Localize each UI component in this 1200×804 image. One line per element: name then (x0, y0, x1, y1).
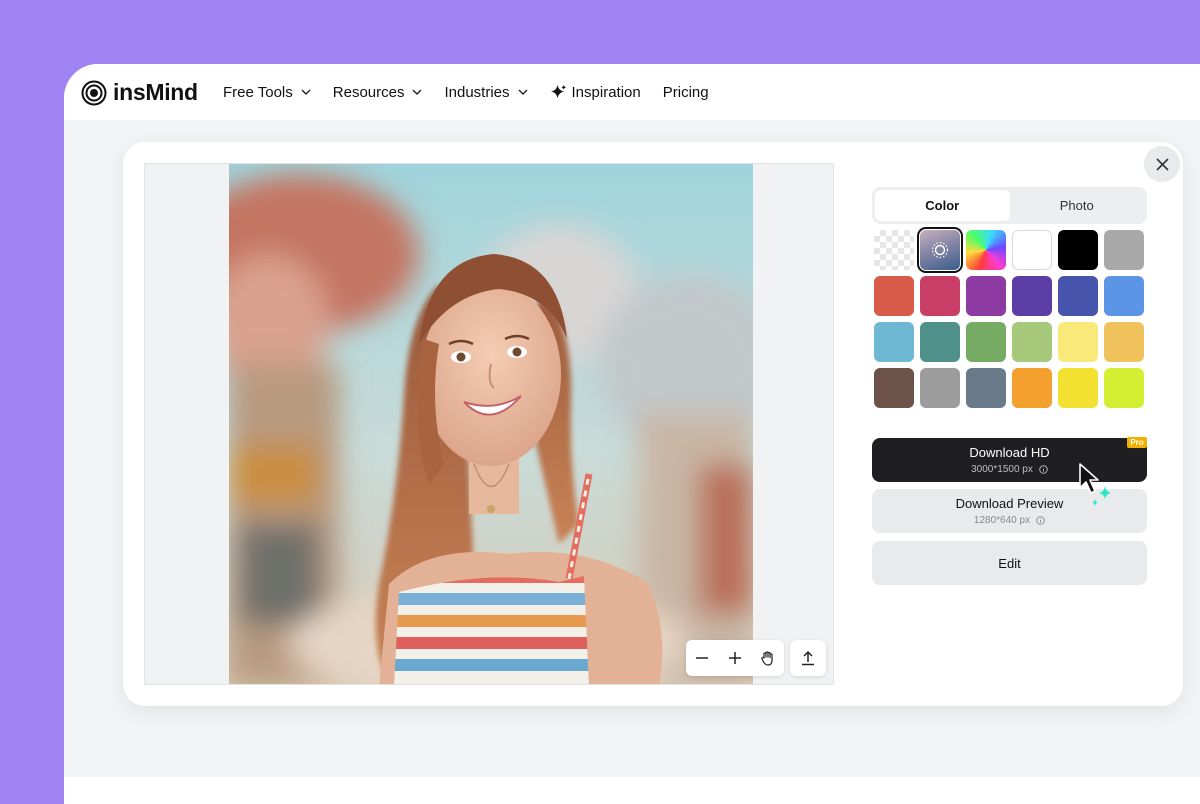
zoom-out-button[interactable] (690, 646, 714, 670)
nav-item-label: Industries (444, 83, 510, 101)
download-hd-label: Download HD (969, 445, 1050, 460)
nav-item-label: Inspiration (571, 83, 641, 101)
download-hd-size-text: 3000*1500 px (971, 464, 1033, 475)
nav-item-pricing[interactable]: Pricing (663, 84, 709, 101)
color-swatch-grid (874, 227, 1146, 408)
info-icon[interactable] (1036, 516, 1045, 525)
swatch-color[interactable] (1012, 276, 1052, 316)
zoom-toolbar (686, 640, 784, 676)
swatch-color[interactable] (966, 322, 1006, 362)
download-preview-label: Download Preview (955, 496, 1064, 511)
tab-color[interactable]: Color (875, 190, 1010, 221)
nav-item-resources[interactable]: Resources (333, 84, 423, 101)
swatch-color[interactable] (920, 276, 960, 316)
background-editor-modal: Color Photo Download HD 3000*1500 px Pro… (123, 142, 1183, 706)
swatch-color[interactable] (1104, 368, 1144, 408)
download-hd-button[interactable]: Download HD 3000*1500 px (872, 438, 1147, 482)
image-canvas[interactable] (144, 163, 834, 685)
tab-photo[interactable]: Photo (1010, 190, 1145, 221)
nav-item-label: Pricing (662, 83, 709, 101)
swatch-color[interactable] (920, 368, 960, 408)
swatch-color[interactable] (874, 276, 914, 316)
minus-icon (696, 657, 709, 659)
chevron-down-icon (518, 89, 528, 95)
chevron-down-icon (301, 89, 311, 95)
swatch-color[interactable] (1104, 230, 1144, 270)
chevron-down-icon (412, 89, 422, 95)
info-icon[interactable] (1039, 465, 1048, 474)
nav-item-label: Free Tools (223, 83, 293, 101)
nav-item-free-tools[interactable]: Free Tools (223, 84, 311, 101)
close-icon (1155, 157, 1169, 171)
pan-button[interactable] (756, 646, 780, 670)
pro-badge: Pro (1127, 437, 1147, 448)
brand-logo[interactable]: insMind (81, 79, 198, 106)
download-hd-size: 3000*1500 px (971, 464, 1048, 475)
close-button[interactable] (1144, 146, 1180, 182)
insmind-logo-icon (81, 80, 107, 105)
upload-button[interactable] (790, 640, 826, 676)
portrait-photo (229, 164, 753, 684)
swatch-blur[interactable] (917, 227, 963, 273)
download-preview-size-text: 1280*640 px (973, 515, 1031, 526)
swatch-color[interactable] (1012, 322, 1052, 362)
nav-item-industries[interactable]: Industries (444, 83, 528, 101)
hand-pan-icon (760, 651, 773, 666)
swatch-color[interactable] (966, 368, 1006, 408)
swatch-color[interactable] (874, 322, 914, 362)
zoom-in-button[interactable] (723, 646, 747, 670)
swatch-custom-color[interactable] (966, 230, 1006, 270)
download-preview-size: 1280*640 px (974, 515, 1045, 526)
swatch-color[interactable] (1058, 322, 1098, 362)
swatch-color[interactable] (874, 368, 914, 408)
sparkle-icon (550, 84, 566, 98)
nav-item-inspiration[interactable]: Inspiration (550, 84, 641, 101)
swatch-color[interactable] (920, 322, 960, 362)
edit-button[interactable]: Edit (872, 541, 1147, 585)
swatch-color[interactable] (1058, 230, 1098, 270)
nav-item-label: Resources (332, 83, 405, 101)
swatch-color[interactable] (1104, 322, 1144, 362)
swatch-color[interactable] (1012, 368, 1052, 408)
swatch-color[interactable] (1104, 276, 1144, 316)
nav-menu: Free Tools Resources Industries Inspirat… (223, 64, 731, 120)
plus-icon (728, 652, 741, 664)
upload-icon (802, 650, 814, 666)
brand-name: insMind (113, 79, 198, 105)
swatch-color[interactable] (966, 276, 1006, 316)
swatch-color[interactable] (1012, 230, 1052, 270)
swatch-color[interactable] (1058, 276, 1098, 316)
top-navigation: insMind Free Tools Resources Industries … (64, 64, 1200, 120)
swatch-color[interactable] (1058, 368, 1098, 408)
swatch-transparent[interactable] (874, 230, 914, 270)
background-type-tabs: Color Photo (872, 187, 1147, 224)
blur-icon (931, 241, 949, 259)
download-preview-button[interactable]: Download Preview 1280*640 px (872, 489, 1147, 533)
page-footer-strip (64, 777, 1200, 804)
